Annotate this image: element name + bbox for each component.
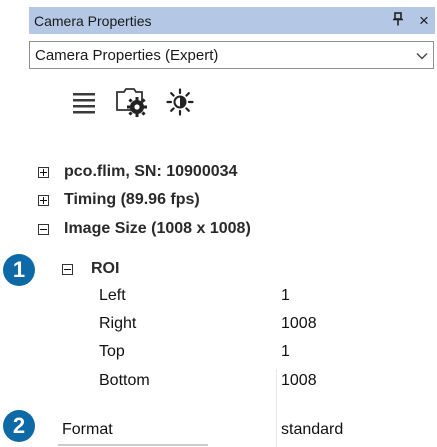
pin-icon[interactable]: [390, 12, 406, 29]
property-value[interactable]: 1: [281, 287, 290, 305]
camera-settings-button[interactable]: [114, 84, 150, 120]
callout-badge-2: 2: [3, 410, 35, 442]
mode-select-value: Camera Properties (Expert): [35, 46, 219, 64]
collapse-icon[interactable]: [62, 263, 73, 275]
property-name: Right: [99, 315, 137, 332]
chevron-down-icon[interactable]: [411, 48, 433, 63]
collapse-icon[interactable]: [38, 223, 49, 235]
panel-titlebar: Camera Properties ×: [29, 7, 435, 34]
property-row-format[interactable]: Format standard: [0, 417, 437, 443]
property-value[interactable]: 1: [281, 343, 290, 361]
mode-select[interactable]: Camera Properties (Expert): [29, 41, 434, 69]
callout-badge-1: 1: [3, 254, 35, 286]
list-view-button[interactable]: [66, 84, 102, 120]
property-name: Left: [99, 287, 126, 304]
list-icon: [73, 93, 95, 114]
row-divider: [58, 444, 208, 446]
property-value[interactable]: 1008: [281, 372, 317, 390]
category-image-size-label: Image Size (1008 x 1008): [64, 220, 251, 237]
property-name: Top: [99, 343, 125, 360]
property-row-bottom[interactable]: Bottom 1008: [0, 368, 437, 394]
panel-title: Camera Properties: [34, 12, 152, 29]
property-row-top[interactable]: Top 1: [0, 339, 437, 365]
property-row-left[interactable]: Left 1: [0, 283, 437, 309]
auto-exposure-icon: [166, 88, 194, 116]
property-name: Format: [62, 421, 113, 438]
property-name: Bottom: [99, 372, 150, 389]
category-roi-label: ROI: [91, 260, 120, 277]
category-camera-label: pco.flim, SN: 10900034: [64, 163, 238, 180]
property-value[interactable]: standard: [281, 421, 343, 439]
category-timing-label: Timing (89.96 fps): [64, 191, 200, 208]
expand-icon[interactable]: [38, 166, 49, 178]
expand-icon[interactable]: [38, 194, 49, 206]
category-timing[interactable]: Timing (89.96 fps): [0, 187, 437, 213]
auto-exposure-button[interactable]: [162, 84, 198, 120]
category-image-size[interactable]: Image Size (1008 x 1008): [0, 216, 437, 242]
close-icon[interactable]: ×: [416, 12, 432, 29]
grid-divider[interactable]: [276, 369, 277, 447]
camera-settings-icon: [116, 88, 147, 117]
category-camera[interactable]: pco.flim, SN: 10900034: [0, 159, 437, 185]
property-row-right[interactable]: Right 1008: [0, 311, 437, 337]
property-value[interactable]: 1008: [281, 315, 317, 333]
category-roi[interactable]: ROI: [0, 256, 437, 282]
toolbar: [66, 84, 210, 120]
